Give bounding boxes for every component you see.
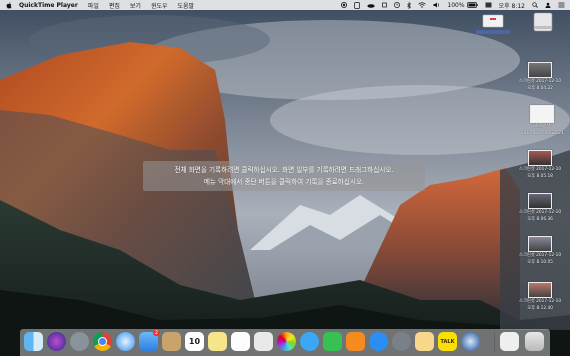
file-label-line1: 스크린샷: [534, 124, 551, 129]
screenshot-file[interactable]: 스크린샷 2017-12-10 오후 8.05.18: [519, 150, 561, 179]
battery-percent[interactable]: 100%: [447, 2, 464, 9]
mail-icon[interactable]: 2: [139, 330, 160, 351]
hard-disk-icon[interactable]: [528, 10, 558, 39]
screenshot-file[interactable]: 스크린샷 2017-12-...10.22.21: [521, 105, 564, 136]
time-machine-icon[interactable]: [394, 2, 401, 8]
record-status-icon[interactable]: [341, 2, 348, 8]
launchpad-icon[interactable]: [70, 332, 89, 351]
photos-icon[interactable]: [277, 332, 296, 351]
menu-edit[interactable]: 편집: [109, 1, 120, 10]
system-preferences-icon[interactable]: [392, 332, 411, 351]
calendar-day: 10: [188, 337, 201, 346]
volume-icon[interactable]: [433, 2, 440, 8]
file-label-line2: 오후 8.10.05: [527, 259, 553, 265]
screenshot-thumbnail: [528, 282, 553, 298]
dock: 2 10 TALK: [20, 329, 550, 356]
facetime-icon[interactable]: [323, 332, 342, 351]
textedit-icon[interactable]: [254, 332, 273, 351]
menu-help[interactable]: 도움말: [178, 1, 195, 10]
file-label-line1: 스크린샷 2017-12-10: [519, 167, 562, 172]
app-store-icon[interactable]: [369, 332, 388, 351]
file-label-line2: 오후 8.12.40: [527, 305, 553, 311]
menu-window[interactable]: 윈도우: [151, 1, 168, 10]
file-label-line1: 스크린샷 2017-12-10: [519, 253, 562, 258]
screenshot-thumbnail: [528, 62, 553, 78]
menu-view[interactable]: 보기: [130, 1, 141, 10]
bluetooth-status-icon[interactable]: [354, 1, 361, 9]
ibooks-icon[interactable]: [346, 332, 365, 351]
user-icon[interactable]: [545, 2, 551, 8]
trash-icon[interactable]: [525, 332, 544, 351]
bluetooth-icon[interactable]: [407, 1, 412, 9]
file-label-line2: 오후 8.04.22: [527, 85, 553, 91]
stickies-icon[interactable]: [208, 332, 227, 351]
safari-icon[interactable]: [116, 332, 135, 351]
file-label-line2: 오후 8.06.36: [527, 216, 553, 222]
screenshot-thumbnail: [530, 105, 555, 123]
calendar-icon[interactable]: 10: [185, 332, 204, 351]
instruction-line-2: 메뉴 막대에서 중단 버튼을 클릭하여 기록을 종료하십시오.: [203, 178, 365, 186]
messages-icon[interactable]: [300, 332, 319, 351]
screenshot-file[interactable]: 스크린샷 2017-12-10 오후 8.04.22: [519, 62, 561, 91]
notification-icon[interactable]: [382, 2, 388, 8]
screenshot-file[interactable]: 스크린샷 2017-12-10 오후 8.06.36: [519, 193, 561, 222]
screenshot-thumbnail: [528, 236, 553, 252]
finder-icon[interactable]: [24, 332, 43, 351]
notes-icon[interactable]: [162, 332, 181, 351]
menu-file[interactable]: 파일: [88, 1, 99, 10]
battery-icon[interactable]: [466, 2, 478, 8]
mail-badge: 2: [152, 330, 160, 336]
quicktime-icon[interactable]: [461, 332, 480, 351]
chrome-icon[interactable]: [93, 332, 112, 351]
siri-icon[interactable]: [47, 332, 66, 351]
kakaotalk-label: TALK: [440, 338, 455, 345]
screenshot-file[interactable]: 스크린샷 2017-12-10 오후 8.10.05: [519, 236, 561, 265]
screen-recording-instructions[interactable]: 전체 화면을 기록하려면 클릭하십시오. 화면 일부를 기록하려면 드래그하십시…: [143, 161, 425, 191]
file-label-line1: 스크린샷 2017-12-10: [519, 79, 562, 84]
drive-icon[interactable]: [476, 14, 510, 34]
reminders-icon[interactable]: [231, 332, 250, 351]
search-icon[interactable]: [532, 2, 538, 8]
file-label-line1: 스크린샷 2017-12-10: [519, 210, 562, 215]
notification-center-icon[interactable]: [558, 2, 565, 8]
screenshot-thumbnail: [528, 193, 553, 209]
editor-app-icon[interactable]: [415, 332, 434, 351]
screenshot-thumbnail: [528, 150, 553, 166]
wifi-icon[interactable]: [418, 2, 427, 8]
documents-icon[interactable]: [500, 332, 519, 351]
dock-separator: [494, 332, 495, 352]
input-source-icon[interactable]: [485, 2, 492, 8]
screenshot-file[interactable]: 스크린샷 2017-12-10 오후 8.12.40: [519, 282, 561, 311]
clock[interactable]: 오후 8:12: [499, 1, 525, 10]
file-label-line2: 오후 8.05.18: [527, 173, 553, 179]
app-name-menu[interactable]: QuickTime Player: [19, 2, 78, 9]
cloud-icon[interactable]: [367, 3, 376, 8]
file-label-line1: 스크린샷 2017-12-10: [519, 299, 562, 304]
instruction-line-1: 전체 화면을 기록하려면 클릭하십시오. 화면 일부를 기록하려면 드래그하십시…: [174, 166, 394, 174]
file-label-line2: 2017-12-...10.22.21: [521, 130, 564, 136]
menu-bar: QuickTime Player 파일 편집 보기 윈도우 도움말 100% 오…: [0, 0, 570, 10]
kakaotalk-icon[interactable]: TALK: [438, 332, 457, 351]
apple-menu-icon[interactable]: [5, 1, 13, 9]
